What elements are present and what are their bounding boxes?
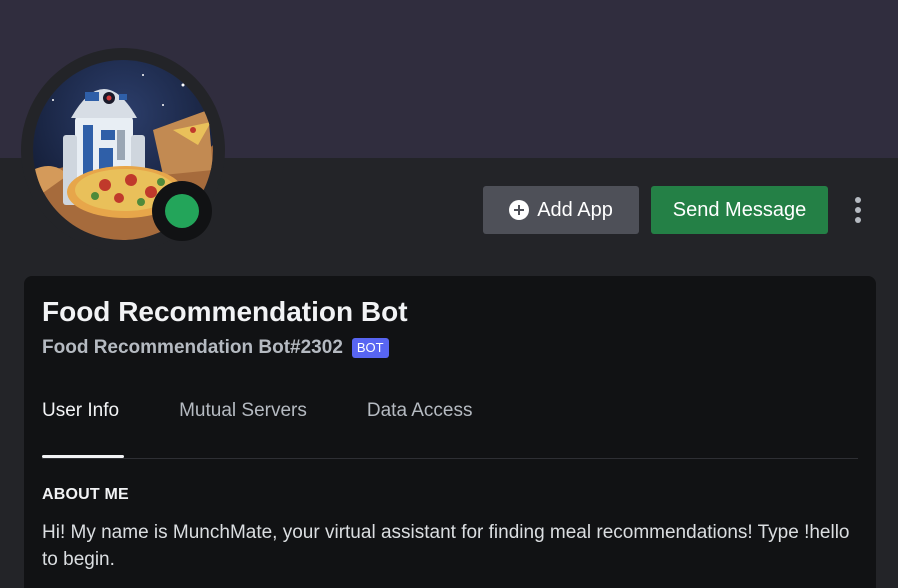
send-message-button[interactable]: Send Message — [651, 186, 828, 234]
tab-mutual-servers[interactable]: Mutual Servers — [179, 400, 307, 432]
online-status-icon — [165, 194, 199, 228]
send-message-label: Send Message — [672, 198, 807, 221]
tab-data-access[interactable]: Data Access — [367, 400, 473, 432]
tab-user-info[interactable]: User Info — [42, 400, 119, 432]
username: Food Recommendation Bot#2302 — [42, 337, 343, 358]
more-options-button[interactable] — [846, 192, 870, 228]
about-me-heading: ABOUT ME — [42, 486, 129, 503]
profile-info-card: Food Recommendation Bot Food Recommendat… — [24, 276, 876, 588]
username-row: Food Recommendation Bot#2302 BOT — [42, 337, 389, 359]
display-name: Food Recommendation Bot — [42, 296, 408, 327]
plus-circle-icon — [509, 200, 530, 220]
status-indicator — [152, 181, 212, 241]
add-app-label: Add App — [537, 198, 613, 221]
profile-tabs: User Info Mutual Servers Data Access — [42, 400, 472, 432]
bot-badge: BOT — [351, 338, 389, 358]
user-profile-modal: Add App Send Message Food Recommendation… — [0, 0, 898, 588]
add-app-button[interactable]: Add App — [483, 186, 639, 234]
avatar-frame — [21, 48, 225, 252]
vertical-ellipsis-icon — [855, 197, 861, 203]
tab-divider — [42, 458, 858, 459]
about-me-text: Hi! My name is MunchMate, your virtual a… — [42, 522, 850, 570]
